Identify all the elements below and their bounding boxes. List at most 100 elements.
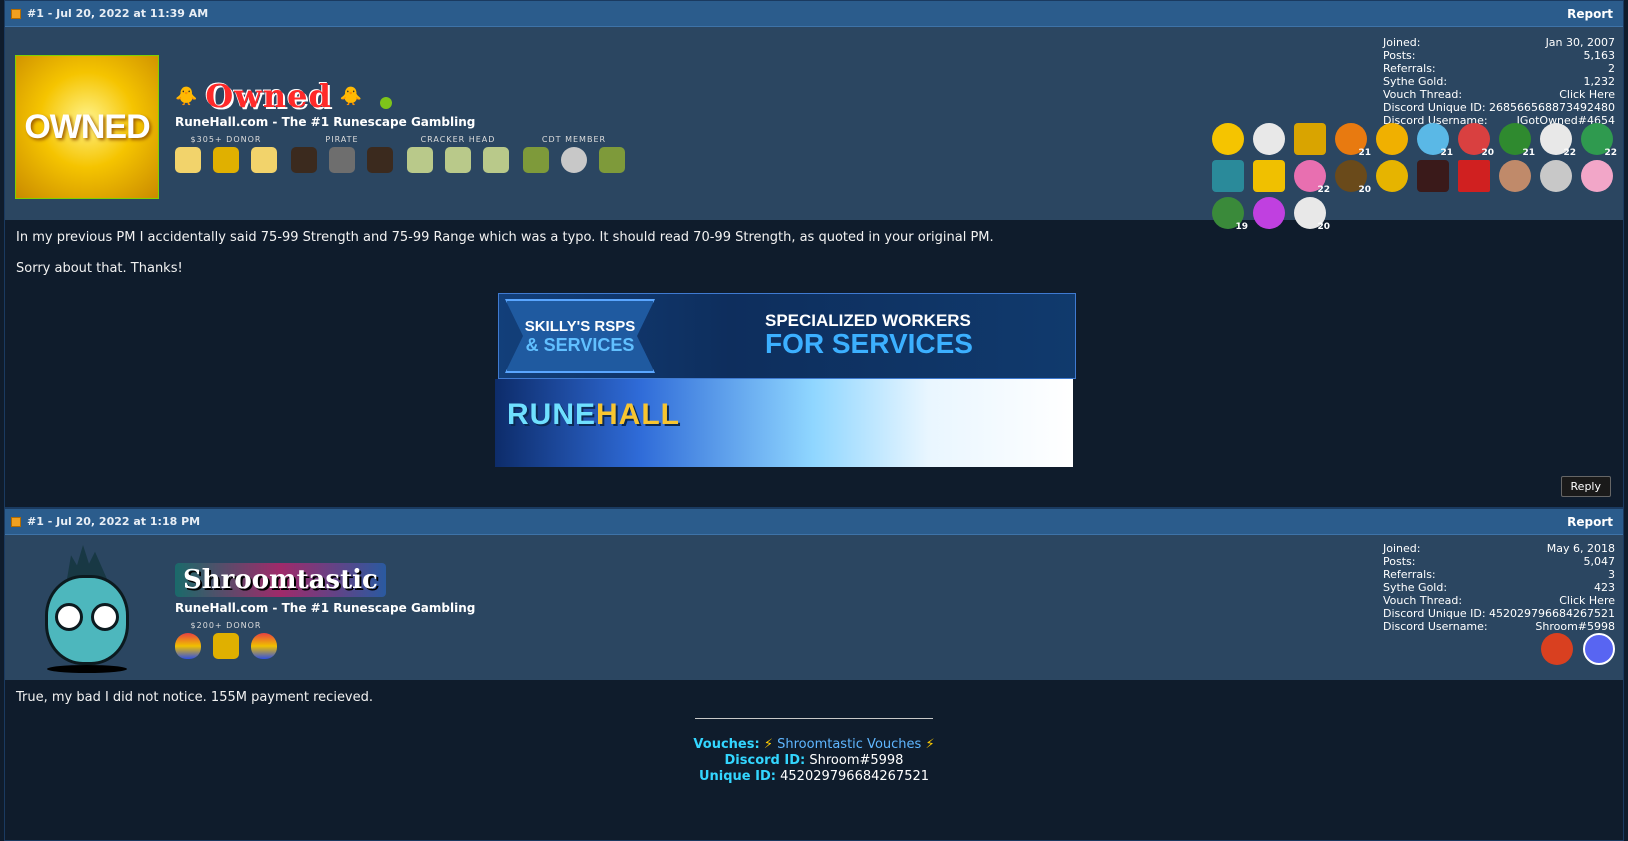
user-title: RuneHall.com - The #1 Runescape Gambling xyxy=(175,115,476,129)
duck-award-icon xyxy=(251,147,277,173)
gold-coins-icon xyxy=(213,633,239,659)
report-link[interactable]: Report xyxy=(1567,7,1613,21)
username[interactable]: Owned xyxy=(205,77,331,115)
user-awards: $305+ DONOR PIRATE CRACKER HEAD CDT MEMB… xyxy=(175,135,625,173)
avatar[interactable]: OWNED xyxy=(15,55,159,199)
cracker-icon xyxy=(445,147,471,173)
reply-button[interactable]: Reply xyxy=(1560,476,1611,497)
award-label: $305+ DONOR xyxy=(190,135,262,144)
cdt-badge-icon[interactable] xyxy=(1540,160,1572,192)
discord-badge-icon[interactable] xyxy=(1583,633,1615,665)
sig-unique-id: Unique ID: 452029796684267521 xyxy=(698,769,930,784)
mushroom-badge-icon[interactable] xyxy=(1541,633,1573,665)
user-title: RuneHall.com - The #1 Runescape Gambling xyxy=(175,601,476,615)
skilly-banner[interactable]: SKILLY'S RSPS & SERVICES SPECIALIZED WOR… xyxy=(498,293,1076,379)
lightning-icon: ⚡ xyxy=(763,737,773,752)
post-meta: #1 - Jul 20, 2022 at 11:39 AM xyxy=(27,7,209,20)
bunny-badge-icon[interactable]: 22 xyxy=(1540,123,1576,158)
banner-left-panel: SKILLY'S RSPS & SERVICES xyxy=(505,299,655,373)
award-label: CRACKER HEAD xyxy=(420,135,496,144)
post-text: In my previous PM I accidentally said 75… xyxy=(16,230,994,245)
stat-vouch-thread: Vouch Thread: Click Here xyxy=(1383,88,1615,101)
duck-award-icon xyxy=(175,147,201,173)
post-body: True, my bad I did not notice. 155M paym… xyxy=(5,680,1623,840)
shadow-shape xyxy=(47,665,127,673)
sig-discord-id: Discord ID: Shroom#5998 xyxy=(724,753,904,768)
stat-joined: Joined: Jan 30, 2007 xyxy=(1383,36,1615,49)
pig-badge-icon[interactable] xyxy=(1581,160,1613,192)
user-awards: $200+ DONOR xyxy=(175,621,475,659)
user-info: 🐥 Owned 🐥 RuneHall.com - The #1 Runescap… xyxy=(175,77,625,173)
user-info: Shroomtastic RuneHall.com - The #1 Runes… xyxy=(175,563,475,659)
medal-badge-icon[interactable] xyxy=(1376,160,1408,192)
user-stats: Joined: Jan 30, 2007 Posts: 5,163 Referral… xyxy=(1383,36,1615,127)
portrait-badge-icon[interactable] xyxy=(1499,160,1531,192)
stat-discord-username: Discord Username: Shroom#5998 xyxy=(1383,620,1615,633)
award-group-cdt: CDT MEMBER xyxy=(523,135,625,173)
post-icon xyxy=(11,8,21,19)
post-text: Sorry about that. Thanks! xyxy=(16,261,183,276)
username[interactable]: Shroomtastic xyxy=(183,565,378,595)
post: #1 - Jul 20, 2022 at 1:18 PM Report Shro… xyxy=(4,508,1624,841)
pirate-hat-icon xyxy=(367,147,393,173)
stat-discord-id: Discord Unique ID: 452029796684267521 xyxy=(1383,607,1615,620)
pumpkin-badge-icon[interactable]: 21 xyxy=(1335,123,1371,158)
award-group-cracker: CRACKER HEAD xyxy=(407,135,509,173)
post-meta: #1 - Jul 20, 2022 at 1:18 PM xyxy=(27,515,201,528)
post-text: True, my bad I did not notice. 155M paym… xyxy=(16,690,374,705)
user-bar: OWNED 🐥 Owned 🐥 RuneHall.com - The #1 Ru… xyxy=(5,27,1623,232)
lightning-icon: ⚡ xyxy=(925,737,935,752)
runehall-banner[interactable]: RUNEHALL xyxy=(495,379,1073,467)
signature-divider xyxy=(695,718,933,719)
among-us-badge-icon[interactable]: 22 xyxy=(1294,160,1330,195)
santa-badge-icon[interactable] xyxy=(1253,123,1285,155)
leprechaun-badge-icon[interactable]: 22 xyxy=(1581,123,1617,158)
eye-shape xyxy=(55,603,83,631)
award-group-pirate: PIRATE xyxy=(291,135,393,173)
stat-vouch-thread: Vouch Thread: Click Here xyxy=(1383,594,1615,607)
fifteen-badge-icon[interactable] xyxy=(1253,160,1285,192)
stat-posts: Posts: 5,047 xyxy=(1383,555,1615,568)
sig-vouches: Vouches: ⚡ Shroomtastic Vouches ⚡ xyxy=(693,737,935,752)
wreath-badge-icon[interactable]: 21 xyxy=(1499,123,1535,158)
hat-badge-icon[interactable] xyxy=(1212,160,1244,192)
online-status-dot xyxy=(380,97,393,109)
cracker-icon xyxy=(483,147,509,173)
stat-gold: Sythe Gold: 1,232 xyxy=(1383,75,1615,88)
award-label: PIRATE xyxy=(325,135,359,144)
post: #1 - Jul 20, 2022 at 11:39 AM Report OWN… xyxy=(4,0,1624,508)
panda-badge-icon[interactable]: 20 xyxy=(1458,123,1494,158)
avatar[interactable] xyxy=(37,545,137,675)
award-group-donor: $305+ DONOR xyxy=(175,135,277,173)
stat-discord-id: Discord Unique ID: 268566568873492480 xyxy=(1383,101,1615,114)
banner-left-line2: & SERVICES xyxy=(525,335,635,355)
thread: #1 - Jul 20, 2022 at 11:39 AM Report OWN… xyxy=(4,0,1624,841)
chick-icon: 🐥 xyxy=(175,85,198,107)
stat-referrals: Referrals: 2 xyxy=(1383,62,1615,75)
sack-badge-icon[interactable]: 20 xyxy=(1335,160,1371,195)
badge-row xyxy=(1541,633,1615,665)
ribbon-badge-icon[interactable] xyxy=(1458,160,1490,192)
award-group-donor: $200+ DONOR xyxy=(175,621,277,659)
post-header: #1 - Jul 20, 2022 at 1:18 PM Report xyxy=(5,509,1623,535)
cdt-badge-icon xyxy=(561,147,587,173)
banner-right-line1: SPECIALIZED WORKERS xyxy=(765,311,971,330)
eye-shape xyxy=(91,603,119,631)
lock-badge-icon[interactable] xyxy=(1294,123,1326,155)
heart-badge-icon[interactable] xyxy=(1417,160,1449,192)
vouch-thread-link[interactable]: Click Here xyxy=(1559,88,1615,101)
egg-award-icon xyxy=(251,633,277,659)
vouches-link[interactable]: Shroomtastic Vouches xyxy=(777,737,921,752)
sythe-badge-icon[interactable] xyxy=(1376,123,1408,155)
plant-icon xyxy=(599,147,625,173)
banner-right-line2: FOR SERVICES xyxy=(765,328,973,359)
vouch-thread-link[interactable]: Click Here xyxy=(1559,594,1615,607)
jellyfish-badge-icon[interactable]: 21 xyxy=(1417,123,1453,158)
signature: Vouches: ⚡ Shroomtastic Vouches ⚡ Discor… xyxy=(16,718,1612,785)
post-icon xyxy=(11,516,21,527)
post-body: In my previous PM I accidentally said 75… xyxy=(5,220,1623,507)
award-label: CDT MEMBER xyxy=(541,135,607,144)
pirate-hat-icon xyxy=(291,147,317,173)
report-link[interactable]: Report xyxy=(1567,515,1613,529)
sunglasses-badge-icon[interactable] xyxy=(1212,123,1244,155)
